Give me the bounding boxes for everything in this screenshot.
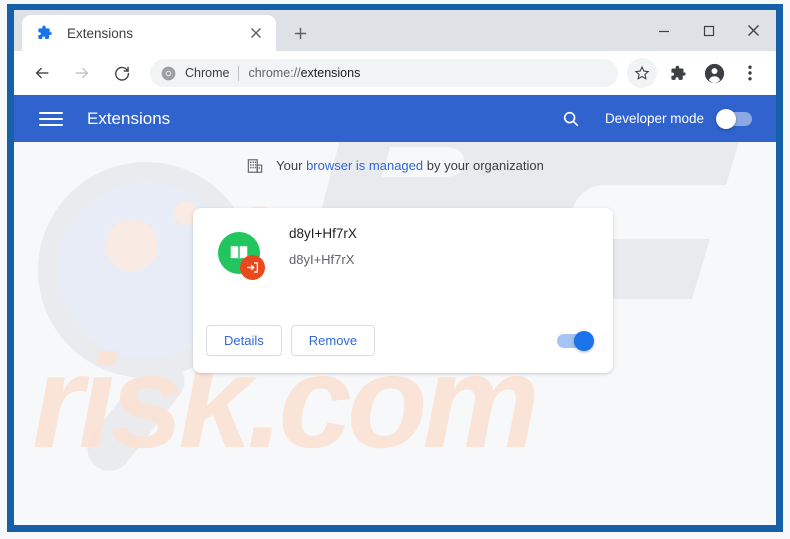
extensions-puzzle-icon[interactable]	[663, 58, 693, 88]
window-controls	[641, 10, 776, 51]
extensions-header-bar: Extensions Developer mode	[14, 95, 776, 142]
tab-title: Extensions	[67, 25, 134, 41]
forward-button[interactable]	[67, 58, 97, 88]
developer-mode-label: Developer mode	[604, 111, 704, 126]
minimize-button[interactable]	[641, 10, 686, 51]
browser-toolbar: Chrome chrome://extensions	[14, 51, 776, 95]
chrome-logo-icon	[160, 65, 176, 81]
extension-card-actions: Details Remove	[206, 325, 376, 356]
organization-building-icon	[246, 157, 263, 174]
omnibox-url: chrome://extensions	[248, 66, 360, 80]
page-title: Extensions	[87, 108, 171, 128]
hamburger-menu-icon[interactable]	[39, 107, 63, 131]
tab-strip: Extensions	[14, 10, 776, 51]
orange-import-arrow-icon	[240, 255, 265, 280]
omnibox-scheme-label: Chrome	[185, 66, 230, 80]
managed-banner: Your browser is managed by your organiza…	[14, 157, 776, 174]
three-dot-menu-icon[interactable]	[735, 58, 765, 88]
extensions-page: risk.com Extensions Developer mode Your …	[14, 95, 776, 525]
new-tab-button[interactable]	[286, 19, 314, 47]
details-button[interactable]: Details	[206, 325, 282, 356]
extension-card: d8yI+Hf7rX d8yI+Hf7rX Details Remove	[193, 208, 613, 373]
developer-mode-toggle[interactable]	[716, 108, 752, 129]
toggle-knob	[716, 108, 736, 129]
extension-name: d8yI+Hf7rX	[289, 226, 357, 241]
managed-banner-text: Your browser is managed by your organiza…	[276, 158, 544, 173]
extension-icon	[218, 232, 266, 280]
account-avatar-icon[interactable]	[699, 58, 729, 88]
header-right-controls: Developer mode	[560, 108, 776, 130]
address-bar[interactable]: Chrome chrome://extensions	[150, 59, 618, 87]
omnibox-url-suffix: extensions	[300, 66, 361, 80]
managed-link[interactable]: browser is managed	[306, 158, 423, 173]
puzzle-piece-icon	[36, 24, 54, 42]
tab-close-icon[interactable]	[244, 21, 268, 45]
toggle-knob	[574, 331, 594, 351]
star-icon[interactable]	[627, 58, 657, 88]
back-button[interactable]	[27, 58, 57, 88]
extension-enable-toggle[interactable]	[557, 331, 594, 351]
managed-text-after: by your organization	[423, 158, 544, 173]
maximize-button[interactable]	[686, 10, 731, 51]
extension-description: d8yI+Hf7rX	[289, 252, 355, 267]
omnibox-separator	[238, 65, 240, 81]
search-icon[interactable]	[560, 108, 582, 130]
tab-extensions[interactable]: Extensions	[22, 15, 276, 51]
reload-button[interactable]	[107, 58, 137, 88]
remove-button[interactable]: Remove	[290, 325, 376, 356]
managed-text-before: Your	[276, 158, 307, 173]
browser-window: Extensions Chrome chrome://extensions ri…	[7, 4, 783, 532]
close-window-button[interactable]	[731, 10, 776, 51]
omnibox-url-prefix: chrome://	[248, 66, 301, 80]
